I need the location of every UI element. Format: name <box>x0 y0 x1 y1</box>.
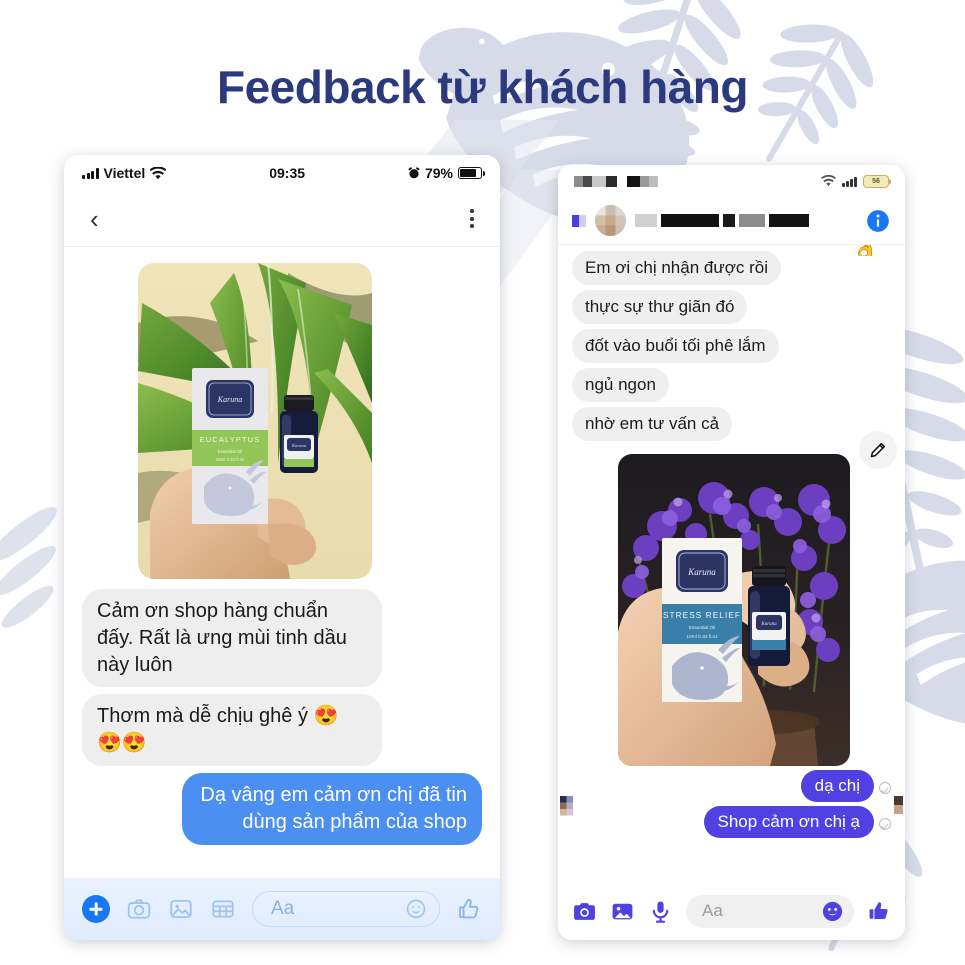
alarm-clock-icon <box>408 167 420 179</box>
wifi-icon <box>821 175 837 187</box>
pencil-icon[interactable] <box>859 431 897 469</box>
masked-contact-name[interactable] <box>635 214 856 227</box>
camera-icon[interactable] <box>126 896 152 922</box>
svg-text:EUCALYPTUS: EUCALYPTUS <box>200 435 261 444</box>
customer-photo-eucalyptus[interactable]: Karuna EUCALYPTUS Essential Oil 10ml 0.3… <box>138 263 372 579</box>
delivered-check-icon <box>879 818 891 831</box>
clock-label: 09:35 <box>269 165 306 181</box>
message-bubble-sent[interactable]: Dạ vâng em cảm ơn chị đã tin dùng sản ph… <box>182 772 482 845</box>
left-status-bar: Viettel 09:35 79% <box>64 155 500 191</box>
svg-text:Essential Oil: Essential Oil <box>218 449 242 454</box>
wifi-icon <box>150 166 167 179</box>
svg-text:Essential Oil: Essential Oil <box>689 625 716 631</box>
message-bubble-received[interactable]: Cảm ơn shop hàng chuẩn đấy. Rất là ưng m… <box>82 589 382 688</box>
message-bubble-received[interactable]: thực sự thư giãn đó <box>572 290 748 325</box>
carrier-label: Viettel <box>103 165 146 181</box>
svg-text:10ml 0.33 fl.oz: 10ml 0.33 fl.oz <box>686 634 718 640</box>
message-row: dạ chị <box>572 770 891 806</box>
battery-icon <box>458 167 485 179</box>
battery-percent-label: 79% <box>424 165 453 181</box>
cutoff-emoji-top: 👌 <box>852 245 879 256</box>
message-bubble-received[interactable]: Em ơi chị nhận được rồi <box>572 251 781 286</box>
signal-bars-icon <box>842 176 857 187</box>
right-status-bar: 56 <box>558 165 905 197</box>
left-chat-thread: Karuna EUCALYPTUS Essential Oil 10ml 0.3… <box>64 247 500 878</box>
right-chat-thread: 👌 Em ơi chị nhận được rồi thực sự thư gi… <box>558 245 905 882</box>
masked-avatar-left <box>560 796 573 816</box>
left-phone-screenshot: Viettel 09:35 79% ‹ Karuna EUCALYPTUS Es… <box>64 155 500 940</box>
delivered-check-icon <box>879 782 891 795</box>
kebab-menu-icon[interactable] <box>470 209 474 228</box>
sticker-grid-icon[interactable] <box>210 896 236 922</box>
chevron-left-icon[interactable]: ‹ <box>90 206 99 232</box>
info-circle-icon[interactable] <box>865 208 891 234</box>
gallery-icon[interactable] <box>610 899 635 924</box>
message-row: đốt vào buổi tối phê lắm <box>572 329 891 368</box>
svg-text:Karuna: Karuna <box>291 443 307 448</box>
message-bubble-received[interactable]: nhờ em tư vấn cả <box>572 407 733 442</box>
gallery-icon[interactable] <box>168 896 194 922</box>
svg-text:Karuna: Karuna <box>760 622 777 627</box>
message-row: Em ơi chị nhận được rồi <box>572 251 891 290</box>
message-input-placeholder: Aa <box>271 898 295 919</box>
customer-photo-stress-relief[interactable]: Karuna STRESS RELIEF Essential Oil 10ml … <box>618 454 850 767</box>
message-row: Cảm ơn shop hàng chuẩn đấy. Rất là ưng m… <box>82 589 482 694</box>
message-row: thực sự thư giãn đó <box>572 290 891 329</box>
message-bubble-sent[interactable]: Shop cảm ơn chị ạ <box>703 806 874 839</box>
right-nav-bar <box>558 197 905 245</box>
svg-text:Karuna: Karuna <box>687 567 716 577</box>
thumbs-up-icon[interactable] <box>456 896 482 922</box>
plus-circle-icon[interactable] <box>82 895 110 923</box>
smiley-icon[interactable] <box>405 898 427 920</box>
message-bubble-received[interactable]: Thơm mà dễ chịu ghê ý 😍 😍😍 <box>82 694 382 766</box>
svg-text:STRESS RELIEF: STRESS RELIEF <box>663 611 741 620</box>
battery-level-label: 56 <box>872 177 880 185</box>
masked-carrier-label <box>574 175 658 187</box>
message-row: Shop cảm ơn chị ạ <box>572 806 891 842</box>
masked-avatar-right <box>894 796 903 814</box>
battery-icon: 56 <box>863 174 891 188</box>
message-row: Thơm mà dễ chịu ghê ý 😍 😍😍 <box>82 694 482 773</box>
svg-text:Karuna: Karuna <box>217 395 242 404</box>
message-bubble-received[interactable]: ngủ ngon <box>572 368 669 403</box>
message-row: Dạ vâng em cảm ơn chị đã tin dùng sản ph… <box>82 772 482 852</box>
message-bubble-received[interactable]: đốt vào buổi tối phê lắm <box>572 329 779 364</box>
message-row: nhờ em tư vấn cả <box>572 407 891 446</box>
avatar[interactable] <box>595 205 626 236</box>
thumbs-up-icon[interactable] <box>867 899 891 923</box>
left-composer-toolbar: Aa <box>64 878 500 940</box>
message-row: ngủ ngon <box>572 368 891 407</box>
right-composer-toolbar: Aa <box>558 882 905 940</box>
message-bubble-sent[interactable]: dạ chị <box>800 770 874 803</box>
page-title: Feedback từ khách hàng <box>216 61 749 113</box>
camera-icon[interactable] <box>572 899 597 924</box>
message-input-placeholder: Aa <box>702 901 723 920</box>
smiley-icon[interactable] <box>821 900 844 923</box>
microphone-icon[interactable] <box>648 899 673 924</box>
left-nav-bar: ‹ <box>64 191 500 247</box>
chevron-left-icon[interactable] <box>572 214 586 227</box>
signal-bars-icon <box>82 167 99 179</box>
right-phone-screenshot: 56 Em ơi chị nhận được rồi thực sự thư g… <box>558 165 905 940</box>
message-input[interactable]: Aa <box>686 894 854 928</box>
message-input[interactable]: Aa <box>252 891 440 927</box>
svg-text:10ml 0.33 fl.oz: 10ml 0.33 fl.oz <box>216 457 245 462</box>
